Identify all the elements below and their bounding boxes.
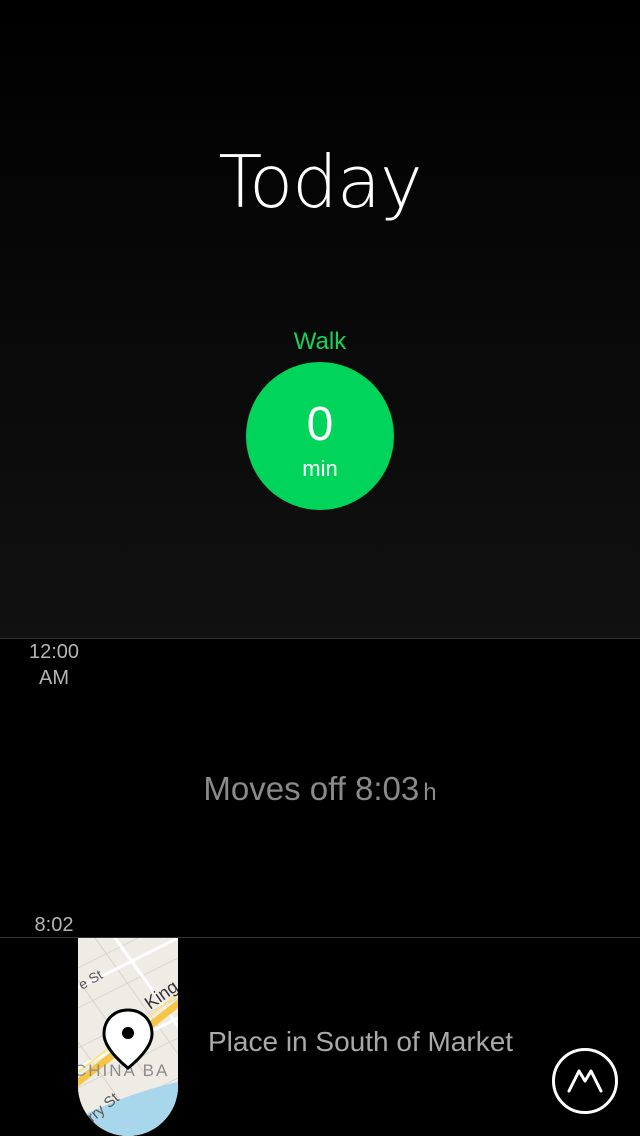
moves-off-unit: h (423, 779, 437, 806)
activity-value: 0 (306, 398, 334, 451)
place-label[interactable]: Place in South of Market (208, 1026, 513, 1058)
summary-header: Today Walk 0 min (0, 0, 640, 638)
moves-off-label: Moves off 8:03 (203, 770, 420, 807)
place-map-thumbnail[interactable]: e St King CHINA BA erry St (78, 938, 178, 1136)
page-title: Today (218, 140, 422, 224)
timeline-segment-end-time: 8:02 (34, 914, 74, 936)
walk-activity-bubble[interactable]: 0 min (246, 362, 394, 510)
activity-label: Walk (293, 328, 347, 355)
moves-logo-icon (567, 1069, 603, 1093)
moves-off-segment[interactable]: Moves off 8:03 h (0, 770, 640, 808)
timeline-start-time: 12:00 AM (28, 641, 80, 689)
activity-unit: min (302, 456, 338, 481)
moves-app-button[interactable] (552, 1048, 618, 1114)
